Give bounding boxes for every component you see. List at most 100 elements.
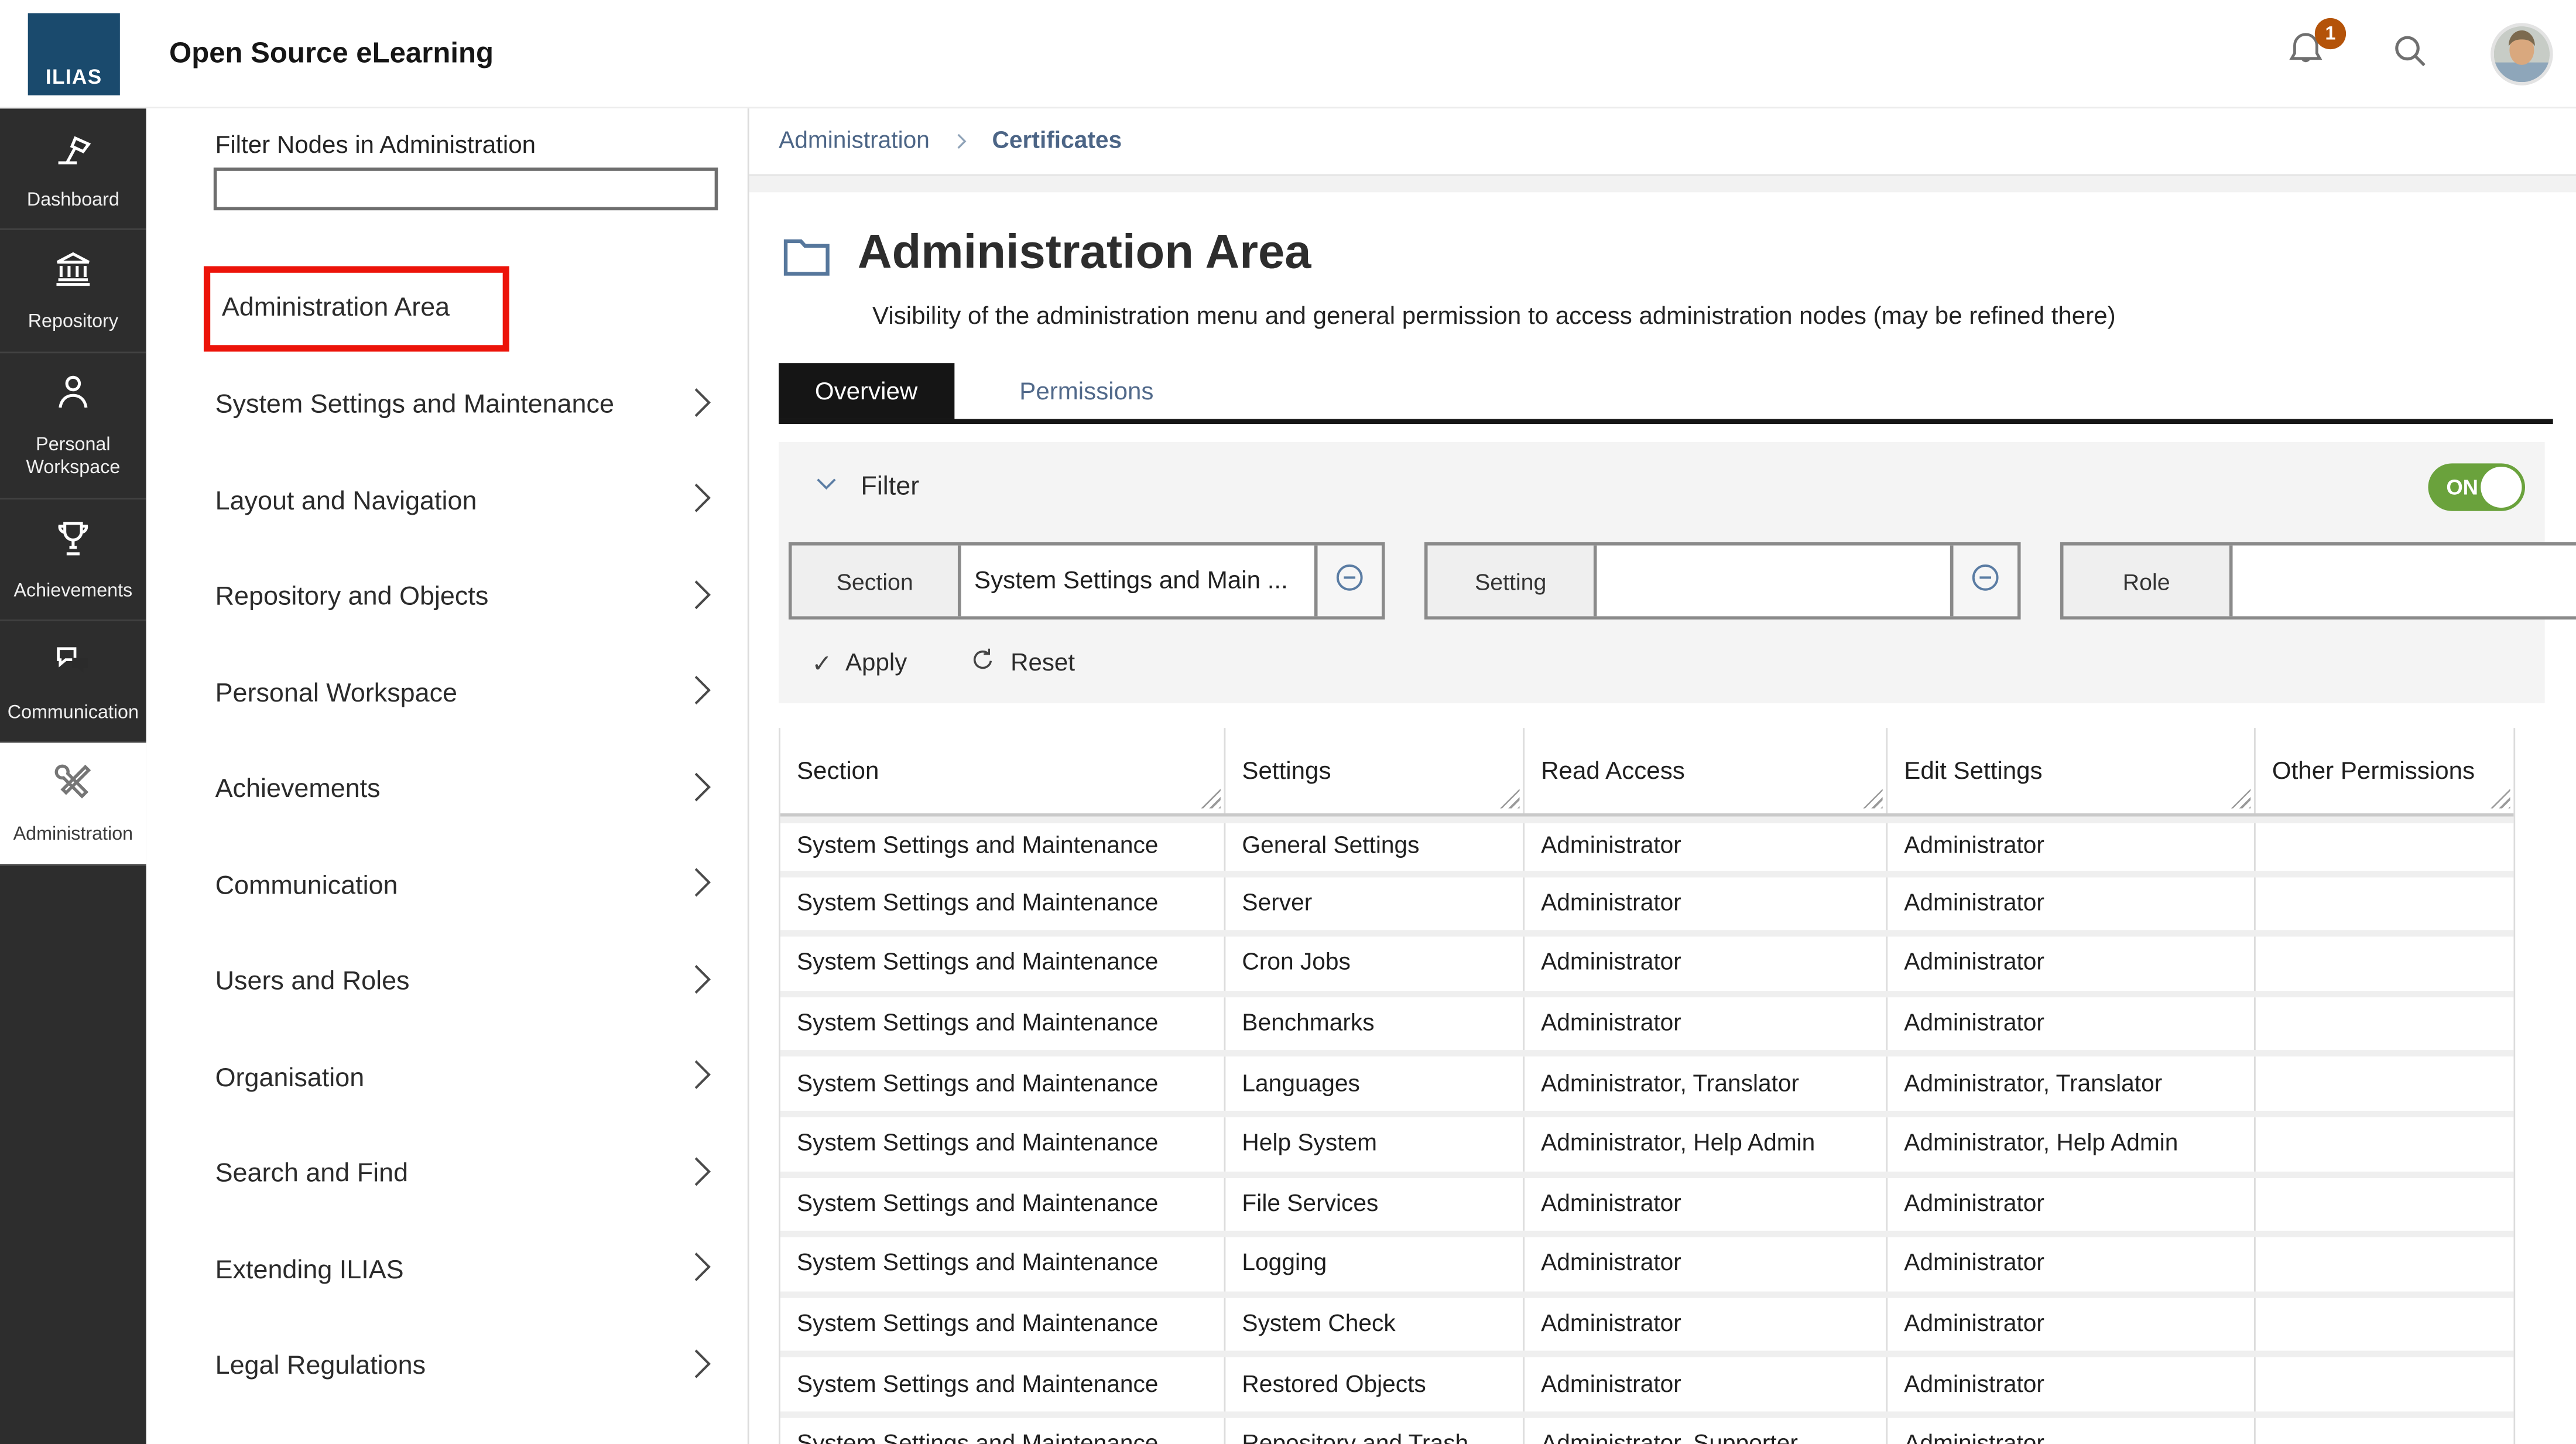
section-filter-input[interactable] xyxy=(961,546,1314,617)
toggle-knob xyxy=(2481,467,2522,508)
tree-item-repository-and-objects[interactable]: Repository and Objects xyxy=(146,550,748,646)
table-cell-section: System Settings and Maintenance xyxy=(780,937,1225,990)
table-cell-section: System Settings and Maintenance xyxy=(780,1237,1225,1291)
table-cell-other-permissions xyxy=(2256,997,2514,1051)
sidebar-item-label: Repository xyxy=(28,311,118,334)
administration-icon xyxy=(51,759,95,812)
table-cell-settings: File Services xyxy=(1225,1178,1525,1231)
tree-item-label: Legal Regulations xyxy=(215,1353,426,1383)
table-cell-section: System Settings and Maintenance xyxy=(780,1117,1225,1171)
column-header-label: Settings xyxy=(1242,757,1331,785)
chevron-right-icon xyxy=(690,963,715,1004)
filter-collapse-toggle[interactable]: Filter xyxy=(811,468,919,507)
filter-group-role: Role xyxy=(2060,542,2576,620)
chevron-right-icon xyxy=(690,1251,715,1292)
tab-overview[interactable]: Overview xyxy=(779,363,954,419)
table-cell-settings: General Settings xyxy=(1225,823,1525,870)
breadcrumb-link-administration[interactable]: Administration xyxy=(779,128,930,155)
sidebar-item-label: Personal Workspace xyxy=(4,433,143,481)
tree-item-label: Search and Find xyxy=(215,1161,408,1190)
tree-item-achievements[interactable]: Achievements xyxy=(146,742,748,839)
tree-item-users-and-roles[interactable]: Users and Roles xyxy=(146,935,748,1031)
table-cell-section: System Settings and Maintenance xyxy=(780,997,1225,1051)
tree-item-system-settings-and-maintenance[interactable]: System Settings and Maintenance xyxy=(146,358,748,454)
column-resize-handle[interactable] xyxy=(1500,789,1520,809)
tree-item-legal-regulations[interactable]: Legal Regulations xyxy=(146,1319,748,1415)
tree-item-communication[interactable]: Communication xyxy=(146,839,748,935)
tree-item-search-and-find[interactable]: Search and Find xyxy=(146,1127,748,1223)
notifications-button[interactable]: 1 xyxy=(2280,30,2330,79)
screenshot-root: ILIAS Open Source eLearning 1 xyxy=(0,0,2576,1444)
minus-circle-icon xyxy=(1332,559,1367,602)
table-row: System Settings and MaintenanceRestored … xyxy=(780,1358,2513,1418)
table-cell-edit-settings: Administrator, Translator xyxy=(1888,1057,2256,1110)
tree-item-personal-workspace[interactable]: Personal Workspace xyxy=(146,646,748,742)
tree-item-label: Extending ILIAS xyxy=(215,1257,404,1286)
tab-bar: Overview Permissions xyxy=(779,363,2553,424)
breadcrumb: Administration Certificates xyxy=(749,108,2576,176)
table-cell-section: System Settings and Maintenance xyxy=(780,1298,1225,1351)
repository-icon xyxy=(51,247,95,300)
tree-item-layout-and-navigation[interactable]: Layout and Navigation xyxy=(146,454,748,550)
role-filter-input[interactable] xyxy=(2233,546,2576,617)
chevron-down-icon xyxy=(811,468,841,507)
column-resize-handle[interactable] xyxy=(1863,789,1883,809)
table-row: System Settings and MaintenanceBenchmark… xyxy=(780,997,2513,1058)
tree-item-organisation[interactable]: Organisation xyxy=(146,1031,748,1127)
table-row: System Settings and MaintenanceCron Jobs… xyxy=(780,937,2513,997)
folder-icon xyxy=(779,228,834,292)
chevron-right-icon xyxy=(690,578,715,619)
tree-item-extending-ilias[interactable]: Extending ILIAS xyxy=(146,1223,748,1319)
table-cell-read-access: Administrator xyxy=(1525,1358,1888,1411)
remove-filter-button[interactable] xyxy=(1950,546,2017,617)
toggle-state-label: ON xyxy=(2446,475,2478,499)
table-cell-read-access: Administrator xyxy=(1525,1298,1888,1351)
tree-item-label: Personal Workspace xyxy=(215,680,457,710)
sidebar-item-dashboard[interactable]: Dashboard xyxy=(0,108,146,231)
filter-group-label: Section xyxy=(792,546,961,617)
table-cell-read-access: Administrator, Help Admin xyxy=(1525,1117,1888,1171)
table-cell-settings: Languages xyxy=(1225,1057,1525,1110)
user-avatar[interactable] xyxy=(2491,23,2553,85)
column-header-edit-settings[interactable]: Edit Settings xyxy=(1888,728,2256,813)
remove-filter-button[interactable] xyxy=(1314,546,1382,617)
breadcrumb-link-certificates[interactable]: Certificates xyxy=(992,128,1122,155)
tree-item-label: System Settings and Maintenance xyxy=(215,392,614,422)
table-header-row: Section Settings Read AccessEdit SettingsO… xyxy=(780,728,2513,817)
chevron-right-icon xyxy=(690,386,715,427)
tree-item-administration-area-highlighted[interactable]: Administration Area xyxy=(204,266,509,352)
column-resize-handle[interactable] xyxy=(2231,789,2251,809)
sidebar-item-personal-workspace[interactable]: Personal Workspace xyxy=(0,353,146,499)
table-cell-other-permissions xyxy=(2256,937,2514,990)
tree-list: System Settings and Maintenance Layout an… xyxy=(146,358,748,1416)
table-row: System Settings and MaintenanceGeneral S… xyxy=(780,817,2513,877)
sidebar-item-administration[interactable]: Administration xyxy=(0,743,146,865)
tab-permissions[interactable]: Permissions xyxy=(984,363,1190,419)
reset-icon xyxy=(970,646,998,680)
column-resize-handle[interactable] xyxy=(2491,789,2510,809)
reset-button[interactable]: Reset xyxy=(970,646,1075,680)
table-cell-read-access: Administrator, Translator xyxy=(1525,1057,1888,1110)
table-cell-edit-settings: Administrator xyxy=(1888,1298,2256,1351)
column-header-settings[interactable]: Settings xyxy=(1225,728,1525,813)
setting-filter-input[interactable] xyxy=(1597,546,1950,617)
sidebar-item-achievements[interactable]: Achievements xyxy=(0,499,146,621)
table-cell-edit-settings: Administrator xyxy=(1888,1358,2256,1411)
apply-button[interactable]: ✓ Apply xyxy=(811,648,907,678)
reset-label: Reset xyxy=(1010,649,1075,677)
column-header-section[interactable]: Section xyxy=(780,728,1225,813)
page-title: Administration Area xyxy=(858,228,1311,278)
filter-groups: SectionSettingRole xyxy=(789,542,2535,620)
tree-filter-input[interactable] xyxy=(214,167,718,210)
column-header-read-access[interactable]: Read Access xyxy=(1525,728,1888,813)
sidebar-item-repository[interactable]: Repository xyxy=(0,231,146,353)
table-row: System Settings and MaintenanceSystem Ch… xyxy=(780,1298,2513,1358)
table-cell-settings: Logging xyxy=(1225,1237,1525,1291)
sidebar-item-communication[interactable]: Communication xyxy=(0,621,146,743)
column-header-other-permissions[interactable]: Other Permissions xyxy=(2256,728,2514,813)
ilias-logo[interactable]: ILIAS xyxy=(28,12,120,94)
table-cell-other-permissions xyxy=(2256,1358,2514,1411)
filter-on-off-toggle[interactable]: ON xyxy=(2428,463,2525,511)
column-resize-handle[interactable] xyxy=(1201,789,1221,809)
search-button[interactable] xyxy=(2385,30,2434,79)
